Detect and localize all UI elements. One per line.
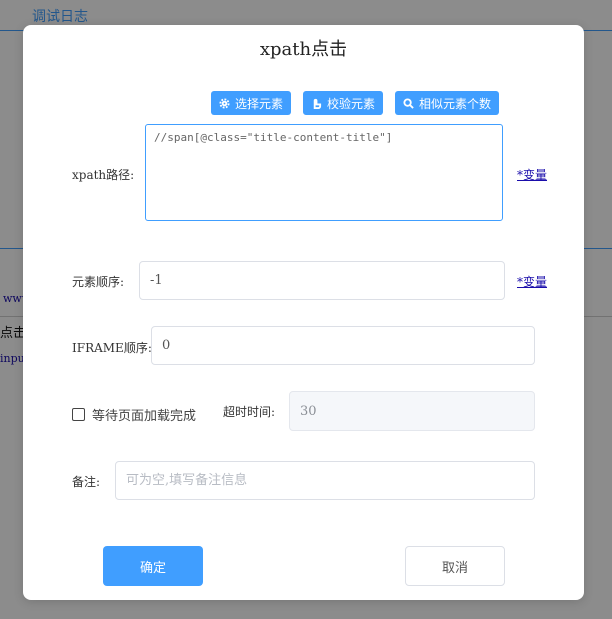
remark-input[interactable]	[115, 461, 535, 500]
timeout-label: 超时时间:	[223, 405, 276, 419]
iframe-order-input[interactable]	[151, 326, 535, 365]
iframe-order-label: IFRAME顺序:	[72, 341, 152, 355]
xpath-variable-link[interactable]: *变量	[517, 166, 547, 183]
confirm-button[interactable]: 确定	[103, 546, 203, 586]
element-order-variable-link[interactable]: *变量	[517, 273, 547, 290]
checkbox-box[interactable]	[72, 408, 85, 421]
select-element-label: 选择元素	[235, 96, 284, 111]
gear-icon	[219, 97, 230, 109]
dialog-title: xpath点击	[259, 39, 348, 60]
xpath-label: xpath路径:	[72, 168, 135, 182]
pointer-hand-icon	[313, 98, 322, 109]
remark-label: 备注:	[72, 475, 101, 489]
search-icon	[403, 97, 414, 109]
element-order-input[interactable]	[139, 261, 505, 300]
xpath-click-dialog: xpath点击 选择元素 校验元素 相似元素个数 xpath路径: //span…	[23, 25, 584, 600]
timeout-input[interactable]	[289, 391, 535, 431]
similar-count-label: 相似元素个数	[419, 96, 492, 111]
cancel-button[interactable]: 取消	[405, 546, 505, 586]
verify-element-button[interactable]: 校验元素	[303, 91, 384, 115]
wait-page-load-checkbox[interactable]: 等待页面加载完成	[72, 405, 196, 424]
element-order-label: 元素顺序:	[72, 275, 125, 289]
verify-element-label: 校验元素	[327, 96, 376, 111]
wait-page-load-label: 等待页面加载完成	[92, 409, 197, 424]
select-element-button[interactable]: 选择元素	[211, 91, 292, 115]
dialog-toolbar: 选择元素 校验元素 相似元素个数	[211, 91, 500, 115]
xpath-input[interactable]: //span[@class="title-content-title"]	[145, 124, 503, 221]
similar-count-button[interactable]: 相似元素个数	[395, 91, 500, 115]
